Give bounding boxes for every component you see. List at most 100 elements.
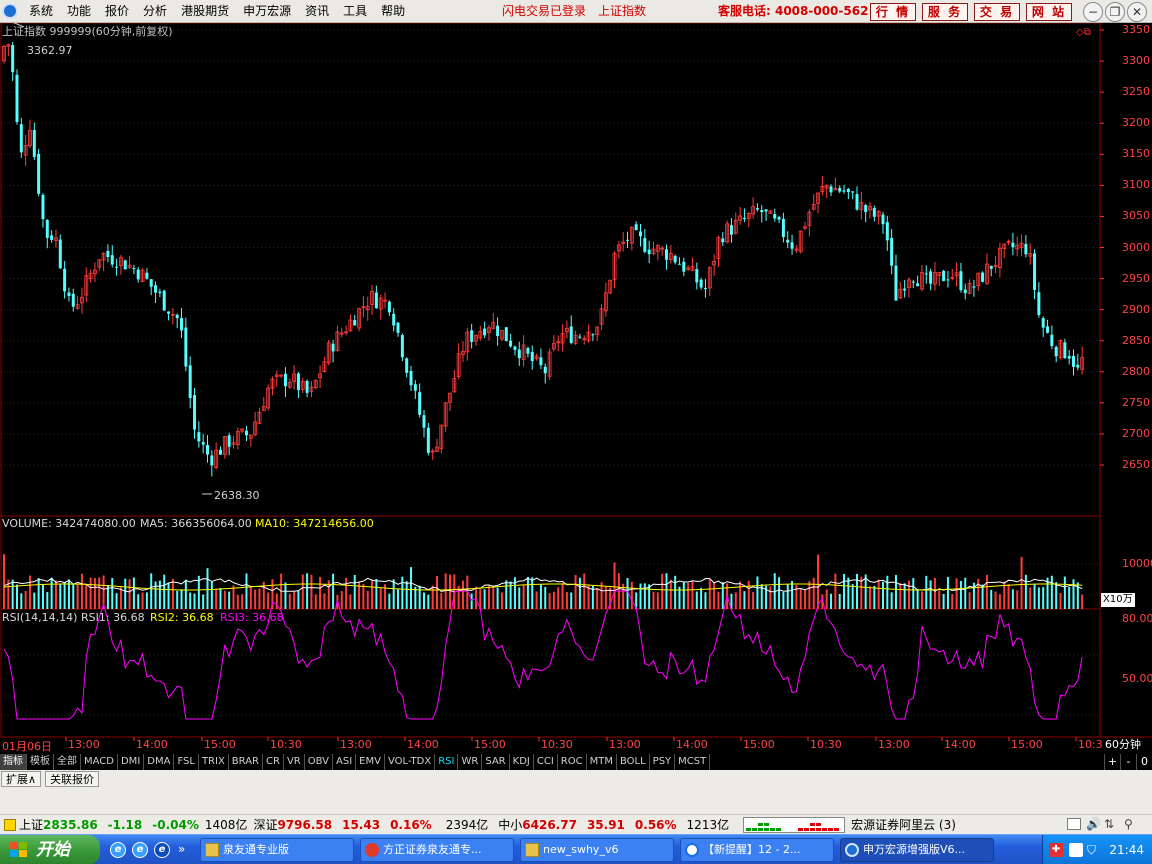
indicator-tab-trix[interactable]: TRIX (198, 754, 229, 770)
indicator-tab-psy[interactable]: PSY (649, 754, 676, 770)
folder-icon (205, 843, 219, 857)
candle-body (829, 186, 833, 193)
indicator-tab-asi[interactable]: ASI (333, 754, 357, 770)
indicator-tab-brar[interactable]: BRAR (228, 754, 263, 770)
volume-icon[interactable]: 🔊 (1086, 817, 1101, 831)
menu-system[interactable]: 系统 (22, 0, 60, 23)
website-button[interactable]: 网 站 (1026, 3, 1072, 21)
indicator-tab-mcst[interactable]: MCST (675, 754, 711, 770)
candle-body (15, 74, 19, 123)
indicator-tab-vol-tdx[interactable]: VOL-TDX (384, 754, 436, 770)
rsi-tick-80: 80.00 (1122, 612, 1152, 625)
candle-body (331, 343, 335, 352)
task-swhy-enhanced[interactable]: 申万宏源增强版V6... (840, 838, 994, 862)
indicator-tab-cr[interactable]: CR (263, 754, 284, 770)
note-icon[interactable] (1067, 818, 1081, 830)
chart-options-icon[interactable]: ◇⧉ (1076, 27, 1091, 38)
candle-body (1046, 326, 1050, 333)
task-new-swhy[interactable]: new_swhy_v6 (520, 838, 674, 862)
indicator-tab-fsl[interactable]: FSL (174, 754, 199, 770)
browser-icon[interactable]: e (154, 842, 170, 858)
ie-icon-2[interactable]: e (132, 842, 148, 858)
zx-change: 35.91 (586, 817, 625, 832)
clock[interactable]: 21:44 (1109, 835, 1144, 864)
sh-value: 2835.86 (43, 817, 98, 832)
indicator-tab-boll[interactable]: BOLL (616, 754, 650, 770)
trade-button[interactable]: 交 易 (974, 3, 1020, 21)
indicator-tab-全部[interactable]: 全部 (54, 754, 81, 770)
indicator-tab-obv[interactable]: OBV (304, 754, 333, 770)
menu-news[interactable]: 资讯 (298, 0, 336, 23)
candle-body (539, 357, 543, 366)
indicator-tab-dmi[interactable]: DMI (117, 754, 145, 770)
price-tick-label: 2700 (1122, 426, 1150, 440)
quote-button[interactable]: 行 情 (870, 3, 916, 21)
indicator-tab-模板[interactable]: 模板 (27, 754, 54, 770)
indicator-tab-dma[interactable]: DMA (144, 754, 175, 770)
broker-server[interactable]: 宏源证券阿里云 (3) (851, 816, 956, 833)
flash-trade-status[interactable]: 闪电交易已登录 (502, 0, 586, 23)
zoom-in-button[interactable]: + (1104, 754, 1120, 770)
task-label: 【新提醒】12 - 2... (703, 843, 801, 856)
menu-function[interactable]: 功能 (60, 0, 98, 23)
indicator-tab-vr[interactable]: VR (283, 754, 305, 770)
ie-icon[interactable]: e (110, 842, 126, 858)
indicator-tab-指标[interactable]: 指标 (0, 754, 27, 770)
shield-icon[interactable]: ⛉ (1087, 843, 1096, 858)
rsi1-label: RSI1: 36.68 (81, 611, 145, 624)
candle-body (180, 318, 184, 331)
menu-hk-futures[interactable]: 港股期货 (174, 0, 236, 23)
indicator-tab-emv[interactable]: EMV (356, 754, 385, 770)
candle-body (11, 45, 15, 73)
pin-icon[interactable]: ⚲ (1124, 817, 1133, 831)
candle-body (19, 124, 23, 153)
network-icon[interactable]: ⇅ (1104, 817, 1114, 831)
indicator-tab-mtm[interactable]: MTM (586, 754, 617, 770)
kline-chart[interactable] (0, 23, 1152, 754)
menu-tools[interactable]: 工具 (336, 0, 374, 23)
zoom-out-button[interactable]: - (1120, 754, 1136, 770)
minimize-icon[interactable]: − (1083, 2, 1103, 22)
candle-body (193, 395, 197, 430)
input-method-icon[interactable]: ✚ (1049, 843, 1063, 857)
quicklaunch-expand-icon[interactable]: » (178, 842, 185, 856)
start-button[interactable]: 开始 (0, 835, 100, 864)
related-quote-tab[interactable]: 关联报价 (45, 771, 99, 787)
indicator-tab-sar[interactable]: SAR (482, 754, 510, 770)
task-founder-securities[interactable]: 方正证券泉友通专... (360, 838, 514, 862)
indicator-tab-macd[interactable]: MACD (81, 754, 118, 770)
menu-analysis[interactable]: 分析 (136, 0, 174, 23)
restore-icon[interactable]: ❐ (1105, 2, 1125, 22)
candle-body (903, 288, 907, 291)
candle-body (197, 432, 201, 442)
candle-body (227, 435, 231, 447)
sz-value: 9796.58 (277, 817, 333, 832)
candle-body (842, 190, 846, 192)
indicator-tab-rsi[interactable]: RSI (435, 754, 459, 770)
period-label[interactable]: 60分钟 (1105, 738, 1141, 752)
indicator-tab-kdj[interactable]: KDJ (509, 754, 534, 770)
candle-body (58, 239, 62, 269)
task-quanyoutong-pro[interactable]: 泉友通专业版 (200, 838, 354, 862)
service-button[interactable]: 服 务 (922, 3, 968, 21)
chart-title: 上证指数 999999(60分钟,前复权) (2, 25, 173, 38)
volume-label: VOLUME: 342474080.00 (2, 517, 136, 530)
task-new-reminder[interactable]: 【新提醒】12 - 2... (680, 838, 834, 862)
reset-button[interactable]: 0 (1136, 754, 1152, 770)
candle-body (855, 194, 859, 210)
indicator-tab-wr[interactable]: WR (458, 754, 483, 770)
menu-swhy[interactable]: 申万宏源 (236, 0, 298, 23)
candle-body (219, 449, 222, 455)
candle-body (777, 216, 781, 220)
close-icon[interactable]: ✕ (1127, 2, 1147, 22)
expand-tab[interactable]: 扩展∧ (1, 771, 42, 787)
candle-body (188, 365, 192, 399)
main-menu: 系统 功能 报价 分析 港股期货 申万宏源 资讯 工具 帮助 (22, 0, 412, 23)
zx-amount: 1213亿 (686, 818, 730, 832)
indicator-tab-roc[interactable]: ROC (557, 754, 587, 770)
menu-help[interactable]: 帮助 (374, 0, 412, 23)
indicator-tab-cci[interactable]: CCI (533, 754, 558, 770)
candle-body (413, 384, 417, 391)
menu-quote[interactable]: 报价 (98, 0, 136, 23)
tray-app-icon[interactable] (1069, 843, 1083, 857)
